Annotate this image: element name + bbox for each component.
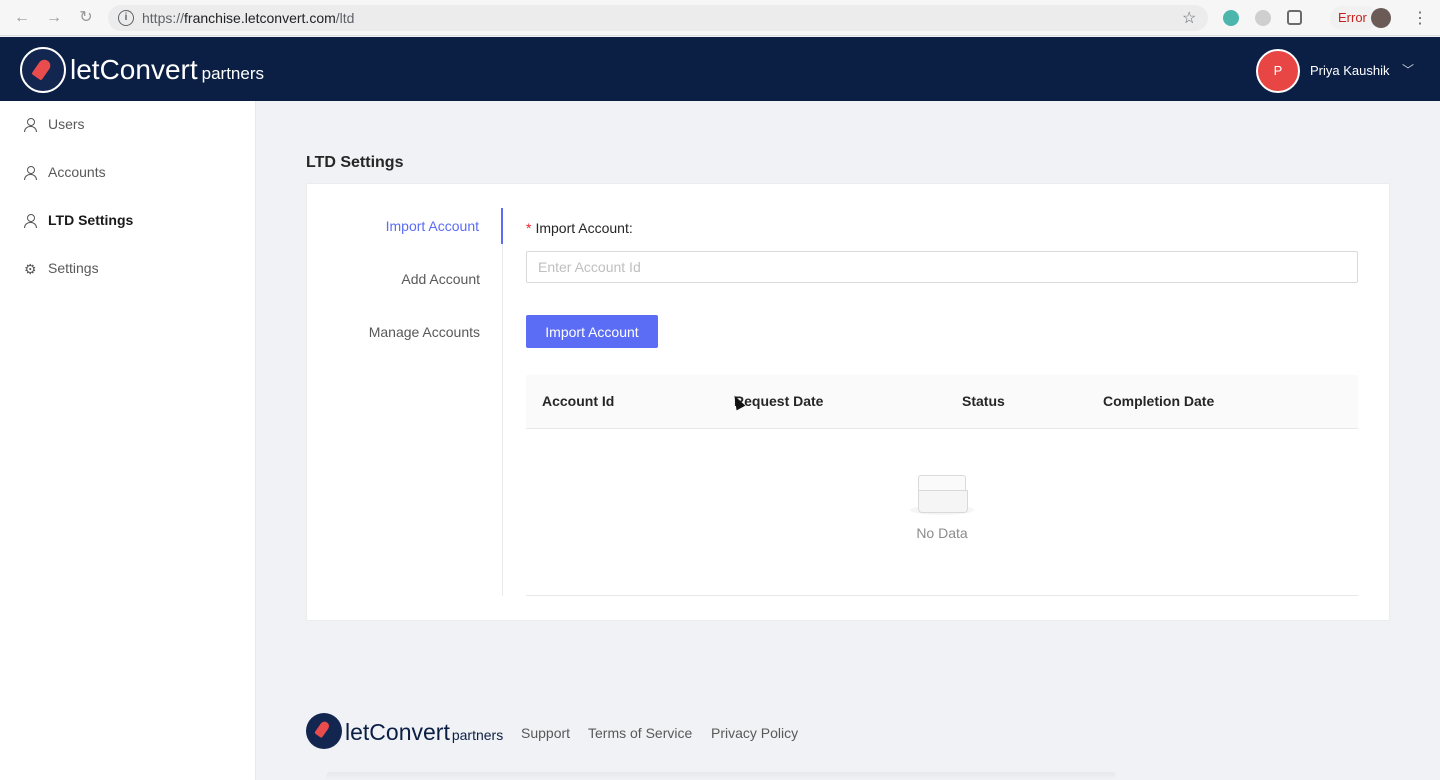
app-header: letConvert partners P Priya Kaushik ﹀ [0,37,1440,101]
user-icon [24,166,38,180]
sidebar-item-label: Accounts [48,164,106,180]
vertical-tabs: Import Account Add Account Manage Accoun… [307,208,503,596]
column-header-completion-date: Completion Date [1103,393,1215,409]
site-info-icon[interactable]: i [118,10,134,26]
import-account-label: * Import Account: [526,220,633,236]
sidebar-item-label: Users [48,116,85,132]
field-label-text: Import Account [535,220,629,236]
footer-link-support[interactable]: Support [521,725,570,741]
url-domain: franchise.letconvert.com [184,10,336,26]
import-table: Account Id Request Date Status Completio… [526,375,1358,596]
browser-toolbar: ← → ↻ i https://franchise.letconvert.com… [0,0,1440,36]
url-path: /ltd [335,10,355,26]
bookmark-star-icon[interactable]: ☆ [1182,8,1196,28]
sidebar-item-accounts[interactable]: Accounts [0,153,255,193]
rocket-logo-icon [20,47,66,93]
extension-icon[interactable] [1223,10,1239,26]
gear-icon: ⚙ [24,261,37,277]
empty-inbox-icon [910,475,974,517]
chevron-down-icon[interactable]: ﹀ [1402,61,1414,78]
footer-link-terms[interactable]: Terms of Service [588,725,692,741]
required-mark: * [526,220,532,236]
rocket-logo-icon [306,713,342,749]
field-label-colon: : [628,220,633,236]
wordmark-partners: partners [201,64,264,83]
profile-error-chip[interactable]: Error [1330,6,1391,30]
wordmark-convert: Convert [369,719,450,745]
wordmark-let: let [345,719,370,745]
footer-wordmark: letConvert partners [345,719,503,748]
import-account-button[interactable]: Import Account [526,315,658,348]
profile-avatar-icon [1370,8,1391,28]
user-icon [24,214,38,228]
sidebar-item-label: Settings [48,260,99,276]
address-bar[interactable]: i https://franchise.letconvert.com/ltd [108,5,1208,31]
tab-add-account[interactable]: Add Account [306,261,502,297]
wordmark-convert: Convert [99,54,198,85]
wordmark-let: let [70,54,100,85]
empty-state-text: No Data [916,525,968,541]
sidebar-item-ltd-settings[interactable]: LTD Settings [0,201,255,241]
avatar[interactable]: P [1256,49,1300,93]
brand-wordmark: letConvert partners [70,53,264,91]
table-header: Account Id Request Date Status Completio… [526,375,1358,429]
column-header-request-date: Request Date [734,393,824,409]
sidebar-item-users[interactable]: Users [0,105,255,145]
error-label: Error [1338,10,1367,25]
sidebar: Users Accounts LTD Settings ⚙ Settings [0,101,256,780]
tab-import-account[interactable]: Import Account [307,208,503,244]
user-name[interactable]: Priya Kaushik [1310,63,1389,78]
extension-icon[interactable] [1255,10,1271,26]
browser-menu-icon[interactable]: ⋮ [1412,8,1428,28]
settings-card: Import Account Add Account Manage Accoun… [306,183,1390,621]
footer-link-privacy[interactable]: Privacy Policy [711,725,798,741]
account-id-input[interactable] [526,251,1358,283]
url-scheme: https:// [142,10,185,26]
footer-shadow [326,772,1116,780]
user-icon [24,118,38,132]
address-url[interactable]: https://franchise.letconvert.com/ltd [142,10,354,26]
tab-manage-accounts[interactable]: Manage Accounts [306,314,502,350]
forward-arrow-icon[interactable]: → [44,8,64,28]
empty-state: No Data [526,475,1358,541]
sidebar-item-label: LTD Settings [48,212,134,228]
wordmark-partners: partners [451,727,504,743]
column-header-status: Status [962,393,1005,409]
page-title: LTD Settings [306,154,404,171]
reload-icon[interactable]: ↻ [76,8,96,28]
extension-icon[interactable] [1287,10,1302,25]
back-arrow-icon[interactable]: ← [12,8,32,28]
column-header-account-id: Account Id [542,393,615,409]
sidebar-item-settings[interactable]: ⚙ Settings [0,249,255,289]
